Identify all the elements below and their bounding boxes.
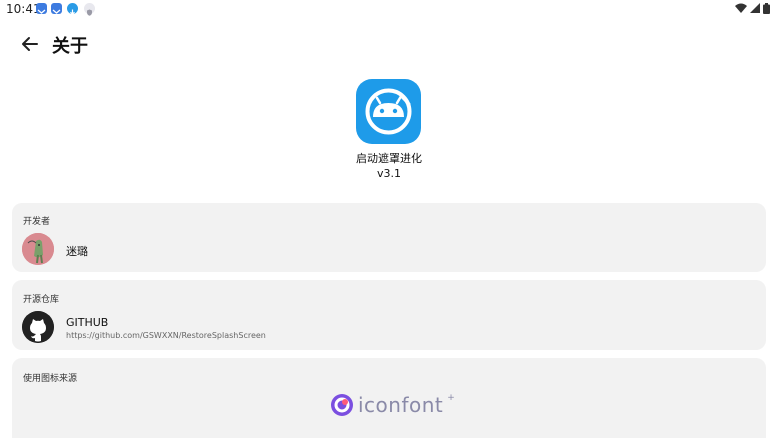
repo-title[interactable]: GITHUB [66,316,108,329]
developer-name[interactable]: 迷璐 [66,243,88,259]
app-icon [356,79,421,144]
developer-label: 开发者 [23,217,51,227]
repo-card: 开源仓库 GITHUB https://github.com/GSWXXN/Re… [12,280,766,350]
back-button[interactable] [18,32,42,56]
developer-avatar[interactable] [22,233,54,265]
arrow-left-icon [22,37,38,51]
iconfont-logo-icon [331,394,353,416]
icons-card: 使用图标来源 iconfont + [12,358,766,438]
wifi-icon [735,3,747,13]
download-icon [67,3,78,16]
avatar-image [22,233,54,265]
status-bar: 10:41 [0,0,778,18]
system-icons [735,3,770,14]
github-logo[interactable] [22,311,54,343]
mail-icon [36,3,47,14]
shield-icon [84,3,95,16]
app-version: v3.1 [376,167,401,180]
mail-icon [51,3,62,14]
app-name: 启动遮罩进化 [356,152,422,165]
android-robot-icon [365,88,412,135]
repo-label: 开源仓库 [23,295,60,305]
page-title: 关于 [52,36,88,57]
iconfont-brand[interactable]: iconfont + [330,391,455,419]
iconfont-wordmark: iconfont [358,393,444,417]
app-bar: 关于 [0,26,778,62]
repo-url[interactable]: https://github.com/GSWXXN/RestoreSplashS… [66,331,266,340]
icons-label: 使用图标来源 [23,374,78,384]
developer-card: 开发者 迷璐 [12,203,766,272]
signal-icon [750,3,760,13]
battery-icon [763,3,770,14]
iconfont-plus-mark: + [447,393,455,403]
github-icon [22,311,54,343]
